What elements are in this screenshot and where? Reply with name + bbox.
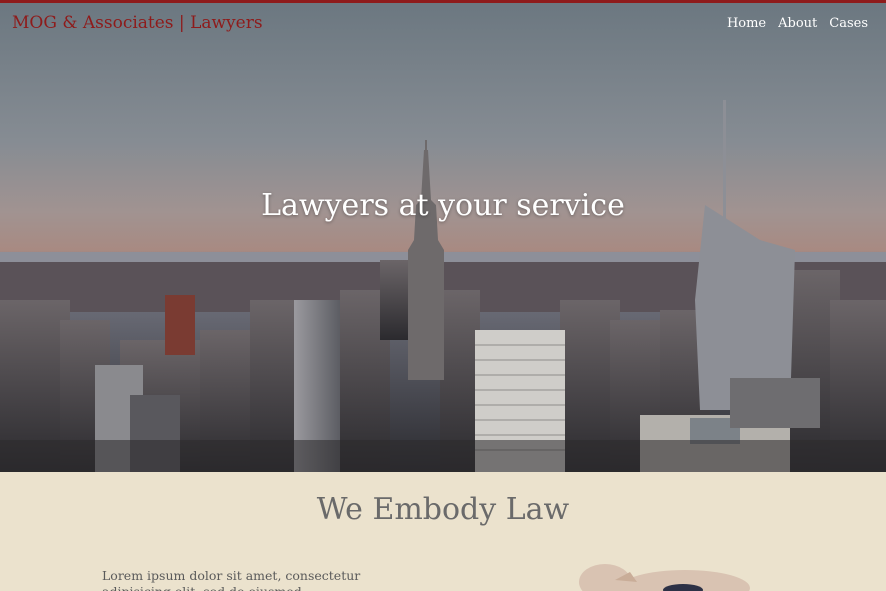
section-title: We Embody Law	[316, 492, 570, 527]
nav-link-cases[interactable]: Cases	[829, 16, 868, 31]
nav-links: Home About Cases	[727, 16, 868, 31]
nav-link-about[interactable]: About	[778, 16, 817, 31]
city-skyline-image	[0, 0, 886, 472]
hero-title: Lawyers at your service	[261, 188, 625, 223]
section-paragraph: Lorem ipsum dolor sit amet, consectetur …	[102, 568, 361, 591]
hero-banner: MOG & Associates | Lawyers Home About Ca…	[0, 0, 886, 472]
illustration-image	[579, 564, 750, 591]
navbar: MOG & Associates | Lawyers Home About Ca…	[0, 0, 886, 50]
nav-link-home[interactable]: Home	[727, 16, 766, 31]
brand-logo-text[interactable]: MOG & Associates | Lawyers	[12, 13, 263, 33]
